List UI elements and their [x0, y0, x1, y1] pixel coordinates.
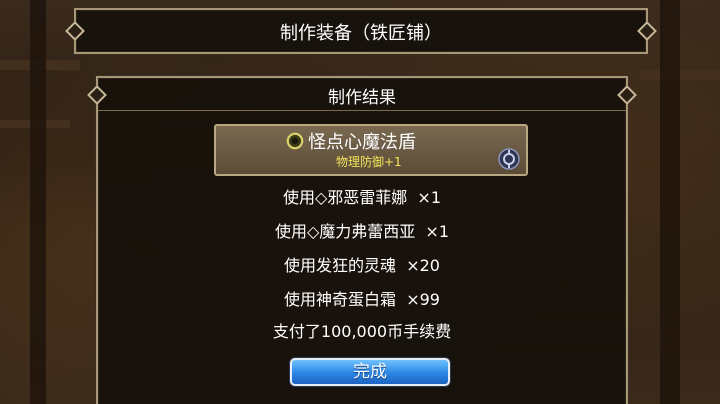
background-beam — [30, 0, 46, 404]
fee-line: 支付了100,000币手续费 — [272, 322, 452, 341]
background-beam — [660, 0, 680, 404]
result-panel: 制作结果 怪点心魔法盾 物理防御+1 使用◇邪恶雷菲娜 ×1 使用◇魔力弗蕾西亚… — [96, 76, 628, 404]
background-shelf — [640, 70, 720, 80]
title-bar: 制作装备（铁匠铺） — [74, 8, 648, 54]
panel-header: 制作结果 — [98, 78, 626, 111]
material-line: 使用神奇蛋白霜 ×99 — [284, 290, 440, 309]
material-line: 使用发狂的灵魂 ×20 — [284, 256, 440, 275]
item-name: 怪点心魔法盾 — [308, 132, 416, 153]
crafted-item-card[interactable]: 怪点心魔法盾 物理防御+1 — [214, 124, 528, 176]
window-title: 制作装备（铁匠铺） — [280, 23, 442, 44]
panel-title: 制作结果 — [328, 88, 396, 108]
material-line: 使用◇魔力弗蕾西亚 ×1 — [274, 222, 450, 241]
ring-icon — [286, 132, 304, 150]
done-button[interactable]: 完成 — [290, 358, 450, 386]
done-button-label: 完成 — [353, 362, 387, 382]
game-screen: 制作装备（铁匠铺） 制作结果 怪点心魔法盾 物理防御+1 使用◇邪恶雷菲娜 ×1… — [0, 0, 720, 404]
gear-badge-icon — [498, 148, 520, 170]
item-stat: 物理防御+1 — [336, 155, 402, 169]
material-line: 使用◇邪恶雷菲娜 ×1 — [282, 188, 442, 207]
